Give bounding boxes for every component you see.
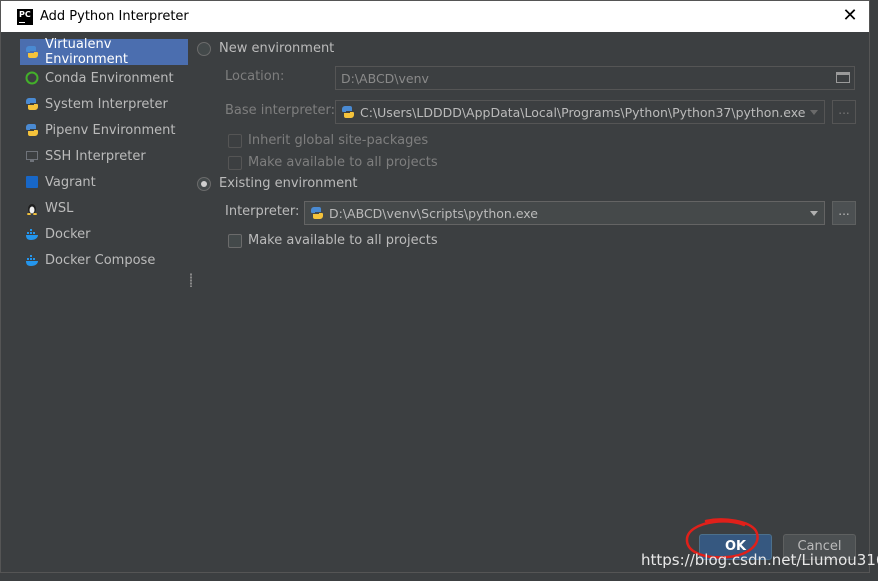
new-env-make-available-checkbox[interactable]: Make available to all projects bbox=[228, 155, 438, 170]
base-interpreter-label: Base interpreter: bbox=[225, 103, 335, 118]
interpreter-value: D:\ABCD\venv\Scripts\python.exe bbox=[329, 205, 538, 221]
inherit-packages-label: Inherit global site-packages bbox=[248, 133, 429, 148]
radio-button[interactable] bbox=[197, 176, 211, 191]
python-icon bbox=[26, 98, 38, 110]
location-label: Location: bbox=[225, 69, 285, 84]
close-icon[interactable]: ✕ bbox=[839, 5, 861, 27]
existing-environment-label: Existing environment bbox=[219, 176, 358, 191]
sidebar-item-label: Pipenv Environment bbox=[45, 122, 176, 138]
sidebar-item-virtualenv[interactable]: Virtualenv Environment bbox=[20, 37, 188, 67]
make-available-label: Make available to all projects bbox=[248, 155, 438, 170]
interpreter-browse-button[interactable]: ... bbox=[832, 201, 856, 225]
sidebar-item-label: Conda Environment bbox=[45, 70, 174, 86]
chevron-down-icon bbox=[810, 211, 818, 216]
docker-compose-icon bbox=[26, 255, 38, 266]
checkbox[interactable] bbox=[228, 155, 242, 170]
sidebar-item-label: Vagrant bbox=[45, 174, 96, 190]
sidebar-item-label: Docker bbox=[45, 226, 91, 242]
location-value: D:\ABCD\venv bbox=[341, 70, 429, 86]
location-field[interactable]: D:\ABCD\venv bbox=[335, 66, 855, 90]
pipenv-icon bbox=[26, 124, 38, 136]
sidebar-item-pipenv[interactable]: Pipenv Environment bbox=[20, 117, 188, 143]
docker-icon bbox=[26, 229, 38, 240]
sidebar-item-ssh[interactable]: SSH Interpreter bbox=[20, 143, 188, 169]
sidebar-item-label: WSL bbox=[45, 200, 74, 216]
new-environment-radio[interactable]: New environment bbox=[197, 41, 334, 56]
add-python-interpreter-dialog: PC Add Python Interpreter ✕ Virtualenv E… bbox=[0, 0, 870, 573]
background-ide-bottom bbox=[0, 573, 878, 581]
sidebar-item-docker[interactable]: Docker bbox=[20, 221, 188, 247]
checkbox[interactable] bbox=[228, 233, 242, 248]
interpreter-select[interactable]: D:\ABCD\venv\Scripts\python.exe bbox=[304, 201, 825, 225]
pycharm-logo-icon: PC bbox=[17, 8, 33, 25]
existing-environment-radio[interactable]: Existing environment bbox=[197, 176, 357, 191]
sidebar-item-wsl[interactable]: WSL bbox=[20, 195, 188, 221]
base-interpreter-browse-button[interactable]: ... bbox=[832, 100, 856, 124]
radio-button[interactable] bbox=[197, 41, 211, 56]
linux-penguin-icon bbox=[27, 204, 37, 215]
sidebar-item-system[interactable]: System Interpreter bbox=[20, 91, 188, 117]
python-icon bbox=[311, 207, 323, 219]
interpreter-type-list: Virtualenv Environment Conda Environment… bbox=[20, 37, 188, 279]
sidebar-item-vagrant[interactable]: Vagrant bbox=[20, 169, 188, 195]
ssh-icon bbox=[26, 151, 38, 162]
checkbox[interactable] bbox=[228, 133, 242, 148]
inherit-packages-checkbox[interactable]: Inherit global site-packages bbox=[228, 133, 428, 148]
make-available-label: Make available to all projects bbox=[248, 233, 438, 248]
existing-env-make-available-checkbox[interactable]: Make available to all projects bbox=[228, 233, 438, 248]
conda-icon bbox=[25, 71, 39, 85]
virtualenv-icon bbox=[26, 46, 38, 58]
new-environment-label: New environment bbox=[219, 41, 335, 56]
base-interpreter-select[interactable]: C:\Users\LDDDD\AppData\Local\Programs\Py… bbox=[335, 100, 825, 124]
dialog-titlebar: PC Add Python Interpreter ✕ bbox=[1, 1, 869, 32]
sidebar-item-label: System Interpreter bbox=[45, 96, 168, 112]
sidebar-item-label: Docker Compose bbox=[45, 252, 156, 268]
interpreter-label: Interpreter: bbox=[225, 204, 300, 219]
sidebar-item-label: SSH Interpreter bbox=[45, 148, 146, 164]
sidebar-item-conda[interactable]: Conda Environment bbox=[20, 65, 188, 91]
folder-icon[interactable] bbox=[836, 72, 850, 83]
watermark-text: https://blog.csdn.net/Liumou316 bbox=[641, 551, 878, 569]
splitter-handle[interactable] bbox=[190, 273, 192, 287]
sidebar-item-docker-compose[interactable]: Docker Compose bbox=[20, 247, 188, 273]
sidebar-item-label: Virtualenv Environment bbox=[45, 37, 129, 67]
python-icon bbox=[342, 106, 354, 118]
chevron-down-icon bbox=[810, 110, 818, 115]
vagrant-icon bbox=[26, 176, 38, 188]
dialog-title: Add Python Interpreter bbox=[40, 9, 189, 24]
base-interpreter-value: C:\Users\LDDDD\AppData\Local\Programs\Py… bbox=[360, 104, 806, 120]
